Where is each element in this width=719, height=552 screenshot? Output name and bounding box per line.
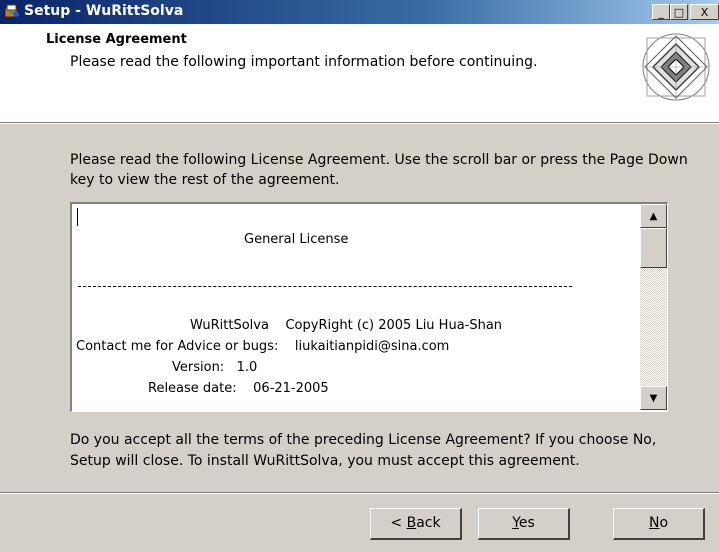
scroll-up-button[interactable]: ▲ [640,204,667,228]
back-button[interactable]: < Back [370,508,462,540]
no-label: o [659,515,669,531]
license-heading: General License [244,232,349,247]
arrow-up-icon: ▲ [649,210,658,222]
yes-label: es [518,515,535,531]
arrow-down-icon: ▼ [649,392,658,404]
yes-mnemonic: Y [512,515,519,531]
title-bar[interactable]: Setup - WuRittSolva _ □ X [0,0,719,24]
minimize-button[interactable]: _ [652,4,670,20]
license-version: Version: 1.0 [172,360,258,375]
license-content[interactable]: General License WuRittSolva CopyRight (c… [72,204,636,410]
back-prefix: < [390,515,407,531]
page-subtitle: Please read the following important info… [70,54,538,70]
header-divider [0,122,719,124]
maximize-icon: □ [673,5,685,19]
minimize-icon: _ [658,5,664,19]
no-mnemonic: N [648,515,660,531]
back-mnemonic: B [406,515,417,531]
diamond-logo-icon [642,33,710,101]
license-copyright: WuRittSolva CopyRight (c) 2005 Liu Hua-S… [190,318,503,333]
footer-divider [0,492,719,494]
scroll-thumb[interactable] [640,228,667,268]
close-button[interactable]: X [690,4,719,20]
close-icon: X [700,5,709,19]
instructions-text: Please read the following License Agreem… [70,152,688,188]
license-contact: Contact me for Advice or bugs: liukaitia… [76,339,450,354]
window-title: Setup - WuRittSolva [24,3,184,19]
scroll-down-button[interactable]: ▼ [640,386,667,410]
maximize-button[interactable]: □ [670,4,688,20]
license-separator [78,286,572,287]
no-button[interactable]: No [613,508,705,540]
yes-button[interactable]: Yes [478,508,570,540]
text-cursor [77,208,78,226]
setup-window: Setup - WuRittSolva _ □ X License Agreem… [0,0,719,552]
license-text-box[interactable]: General License WuRittSolva CopyRight (c… [70,202,668,412]
setup-app-icon [4,4,19,18]
page-title: License Agreement [46,32,187,47]
license-release-date: Release date: 06-21-2005 [148,381,329,396]
back-label: ack [416,515,441,531]
accept-question-text: Do you accept all the terms of the prece… [70,432,657,469]
vertical-scrollbar[interactable]: ▲ ▼ [640,204,667,410]
